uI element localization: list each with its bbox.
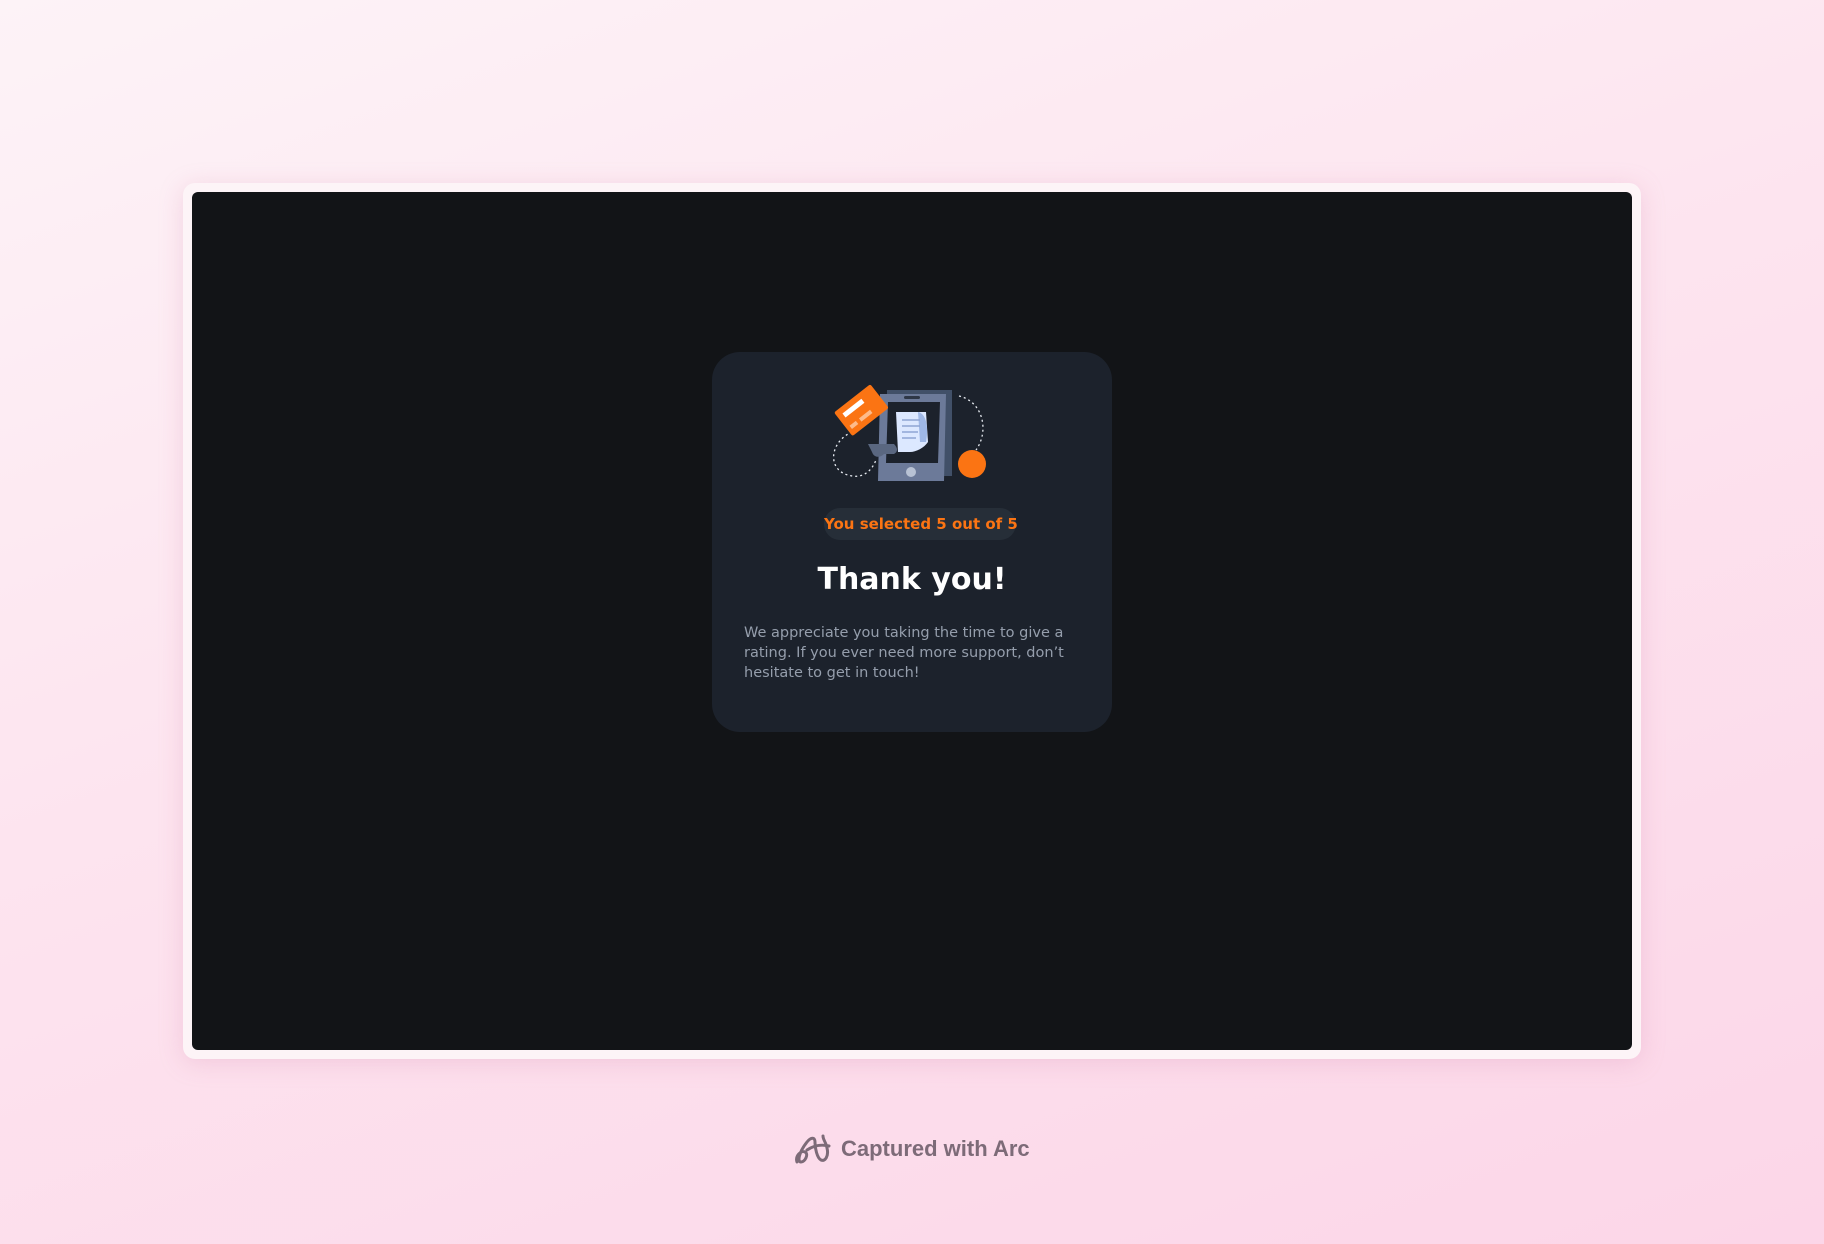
capture-footer: Captured with Arc [793,1130,1030,1168]
capture-footer-text: Captured with Arc [841,1136,1030,1161]
rating-result-badge: You selected 5 out of 5 [824,508,1018,540]
arc-logo-icon [795,1134,831,1164]
page-title: Thank you! [817,562,1007,597]
browser-viewport: You selected 5 out of 5 Thank you! We ap… [192,192,1632,1050]
payment-receipt-illustration [832,384,986,481]
thank-you-message: We appreciate you taking the time to giv… [744,625,1064,681]
screenshot-frame: You selected 5 out of 5 Thank you! We ap… [183,183,1641,1059]
thank-you-card: You selected 5 out of 5 Thank you! We ap… [712,352,1112,732]
